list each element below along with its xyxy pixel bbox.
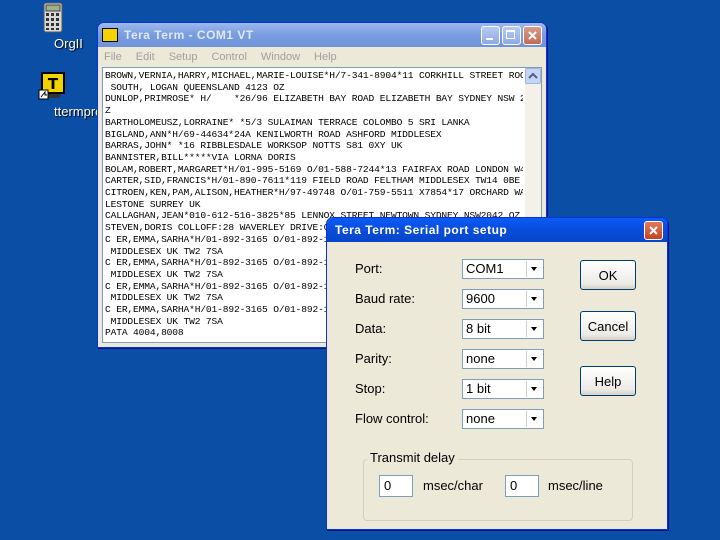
menu-file[interactable]: File xyxy=(104,51,122,63)
terminal-line: DUNLOP,PRIMROSE* H/ *26/96 ELIZABETH BAY… xyxy=(105,93,523,105)
main-titlebar[interactable]: Tera Term - COM1 VT xyxy=(98,23,546,47)
main-window-title: Tera Term - COM1 VT xyxy=(124,28,254,42)
maximize-button[interactable] xyxy=(502,25,521,45)
chevron-up-icon xyxy=(528,72,538,79)
desktop-icon-orgii[interactable]: OrgII xyxy=(13,2,93,51)
dialog-titlebar[interactable]: Tera Term: Serial port setup xyxy=(327,218,667,242)
chevron-down-icon[interactable] xyxy=(526,381,542,397)
menu-window[interactable]: Window xyxy=(261,51,300,63)
minimize-button[interactable] xyxy=(481,25,500,45)
menu-bar: File Edit Setup Control Window Help xyxy=(98,47,546,67)
terminal-line: BROWN,VERNIA,HARRY,MICHAEL,MARIE-LOUISE*… xyxy=(105,70,523,81)
serial-port-setup-dialog: Tera Term: Serial port setup Port: Baud … xyxy=(326,217,668,530)
minimize-icon xyxy=(486,37,493,40)
terminal-line: Z xyxy=(105,105,111,117)
transmit-delay-title: Transmit delay xyxy=(367,450,458,465)
data-value: 8 bit xyxy=(466,321,491,336)
cancel-button[interactable]: Cancel xyxy=(580,311,636,341)
stop-value: 1 bit xyxy=(466,381,491,396)
baud-rate-label: Baud rate: xyxy=(355,291,415,306)
menu-edit[interactable]: Edit xyxy=(136,51,155,63)
close-icon xyxy=(528,30,537,40)
close-button[interactable] xyxy=(523,25,542,45)
menu-setup[interactable]: Setup xyxy=(169,51,198,63)
terminal-line: SOUTH, LOGAN QUEENSLAND 4123 OZ xyxy=(105,81,285,93)
parity-value: none xyxy=(466,351,495,366)
parity-label: Parity: xyxy=(355,351,392,366)
terminal-line: CARTER,SID,FRANCIS*H/01-890-7611*119 FIE… xyxy=(105,175,523,187)
msec-line-input[interactable]: 0 xyxy=(505,475,539,497)
port-value: COM1 xyxy=(466,261,504,276)
terminal-line: BANNISTER,BILL*****VIA LORNA DORIS xyxy=(105,151,296,163)
help-button[interactable]: Help xyxy=(580,366,636,396)
scroll-up-button[interactable] xyxy=(525,68,541,84)
parity-select[interactable]: none xyxy=(462,349,544,369)
calculator-icon xyxy=(37,2,69,34)
chevron-down-icon[interactable] xyxy=(526,291,542,307)
terminal-line: BARTHOLOMEUSZ,LORRAINE* *5/3 SULAIMAN TE… xyxy=(105,116,470,128)
terminal-line: BIGLAND,ANN*H/69-44634*24A KENILWORTH RO… xyxy=(105,128,442,140)
svg-text:T: T xyxy=(48,75,59,93)
terminal-line: BOLAM,ROBERT,MARGARET*H/01-995-5169 O/01… xyxy=(105,163,523,175)
msec-line-label: msec/line xyxy=(548,478,603,493)
teraterm-app-icon xyxy=(102,28,118,42)
desktop-icon-label: OrgII xyxy=(54,36,83,51)
flow-control-label: Flow control: xyxy=(355,411,429,426)
flow-control-value: none xyxy=(466,411,495,426)
dialog-close-button[interactable] xyxy=(644,220,663,240)
flow-control-select[interactable]: none xyxy=(462,409,544,429)
port-label: Port: xyxy=(355,261,383,276)
baud-rate-value: 9600 xyxy=(466,291,495,306)
chevron-down-icon[interactable] xyxy=(526,321,542,337)
ok-button[interactable]: OK xyxy=(580,260,636,290)
data-label: Data: xyxy=(355,321,387,336)
terminal-line: BARRAS,JOHN* *16 RIBBLESDALE WORKSOP NOT… xyxy=(105,140,403,152)
menu-help[interactable]: Help xyxy=(314,51,337,63)
chevron-down-icon[interactable] xyxy=(526,411,542,427)
chevron-down-icon[interactable] xyxy=(526,261,542,277)
dialog-body: Port: Baud rate: Data: Parity: Stop: Flo… xyxy=(327,242,667,529)
msec-char-label: msec/char xyxy=(423,478,483,493)
maximize-icon xyxy=(506,29,515,39)
desktop-icon-ttermpro[interactable]: T ttermpro.exe xyxy=(13,70,127,119)
stop-label: Stop: xyxy=(355,381,386,396)
terminal-line: CITROEN,KEN,PAM,ALISON,HEATHER*H/97-4974… xyxy=(105,187,523,199)
baud-rate-select[interactable]: 9600 xyxy=(462,289,544,309)
close-icon xyxy=(649,225,658,235)
msec-char-input[interactable]: 0 xyxy=(379,475,413,497)
menu-control[interactable]: Control xyxy=(211,51,246,63)
terminal-line: LESTONE SURREY UK xyxy=(105,198,201,210)
chevron-down-icon[interactable] xyxy=(526,351,542,367)
port-select[interactable]: COM1 xyxy=(462,259,544,279)
data-select[interactable]: 8 bit xyxy=(462,319,544,339)
teraterm-icon: T xyxy=(37,70,69,102)
dialog-title: Tera Term: Serial port setup xyxy=(335,223,508,237)
stop-select[interactable]: 1 bit xyxy=(462,379,544,399)
